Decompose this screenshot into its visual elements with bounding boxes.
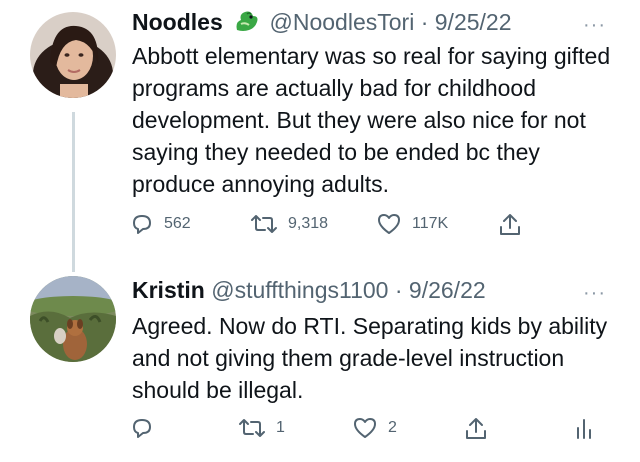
share-button[interactable] — [498, 212, 522, 238]
reply-count: 562 — [164, 215, 191, 232]
retweet-count: 1 — [276, 419, 285, 436]
reply-icon — [133, 215, 151, 234]
avatar[interactable] — [30, 276, 116, 362]
tweet-header: Noodles @NoodlesTori · 9/25/22 — [132, 8, 512, 40]
heart-icon — [378, 214, 400, 234]
timestamp[interactable]: 9/26/22 — [409, 277, 486, 303]
more-options-icon[interactable]: ··· — [583, 15, 606, 35]
tweet-header: Kristin @stuffthings1100 · 9/26/22 — [132, 276, 486, 304]
like-button[interactable]: 117K — [376, 212, 448, 236]
avatar-photo — [30, 276, 116, 362]
like-count: 2 — [388, 419, 397, 436]
handle[interactable]: @NoodlesTori — [270, 9, 415, 35]
reply-icon — [133, 419, 151, 438]
reply-button[interactable] — [130, 416, 154, 440]
analytics-icon — [577, 419, 591, 439]
like-count: 117K — [412, 215, 449, 232]
analytics-button[interactable] — [574, 416, 594, 440]
reply-button[interactable]: 562 — [130, 212, 191, 236]
like-button[interactable]: 2 — [352, 416, 397, 440]
avatar[interactable] — [30, 12, 116, 98]
avatar-photo — [30, 12, 116, 98]
share-icon — [466, 418, 486, 439]
heart-icon — [354, 418, 376, 438]
retweet-button[interactable]: 1 — [238, 416, 285, 440]
timestamp[interactable]: 9/25/22 — [435, 9, 512, 35]
dragon-emoji-icon — [233, 8, 261, 40]
handle[interactable]: @stuffthings1100 — [211, 277, 388, 303]
tweet-2[interactable]: Kristin @stuffthings1100 · 9/26/22 ··· A… — [0, 262, 640, 462]
share-icon — [500, 214, 520, 235]
tweet-text: Agreed. Now do RTI. Separating kids by a… — [132, 313, 608, 403]
share-button[interactable] — [464, 416, 488, 442]
display-name[interactable]: Kristin — [132, 277, 205, 303]
retweet-icon — [251, 215, 277, 233]
thread-connector-line — [72, 112, 75, 272]
display-name[interactable]: Noodles — [132, 9, 223, 35]
retweet-button[interactable]: 9,318 — [250, 212, 328, 236]
action-bar: 562 9,318 117K — [0, 212, 640, 242]
tweet-1[interactable]: Noodles @NoodlesTori · 9/25/22 ··· Abbot… — [0, 0, 640, 262]
retweet-count: 9,318 — [288, 215, 329, 232]
separator: · — [420, 9, 429, 35]
separator: · — [394, 277, 403, 303]
retweet-icon — [239, 419, 265, 437]
action-bar: 1 2 — [0, 416, 640, 446]
tweet-text: Abbott elementary was so real for saying… — [132, 43, 611, 197]
more-options-icon[interactable]: ··· — [583, 283, 606, 303]
